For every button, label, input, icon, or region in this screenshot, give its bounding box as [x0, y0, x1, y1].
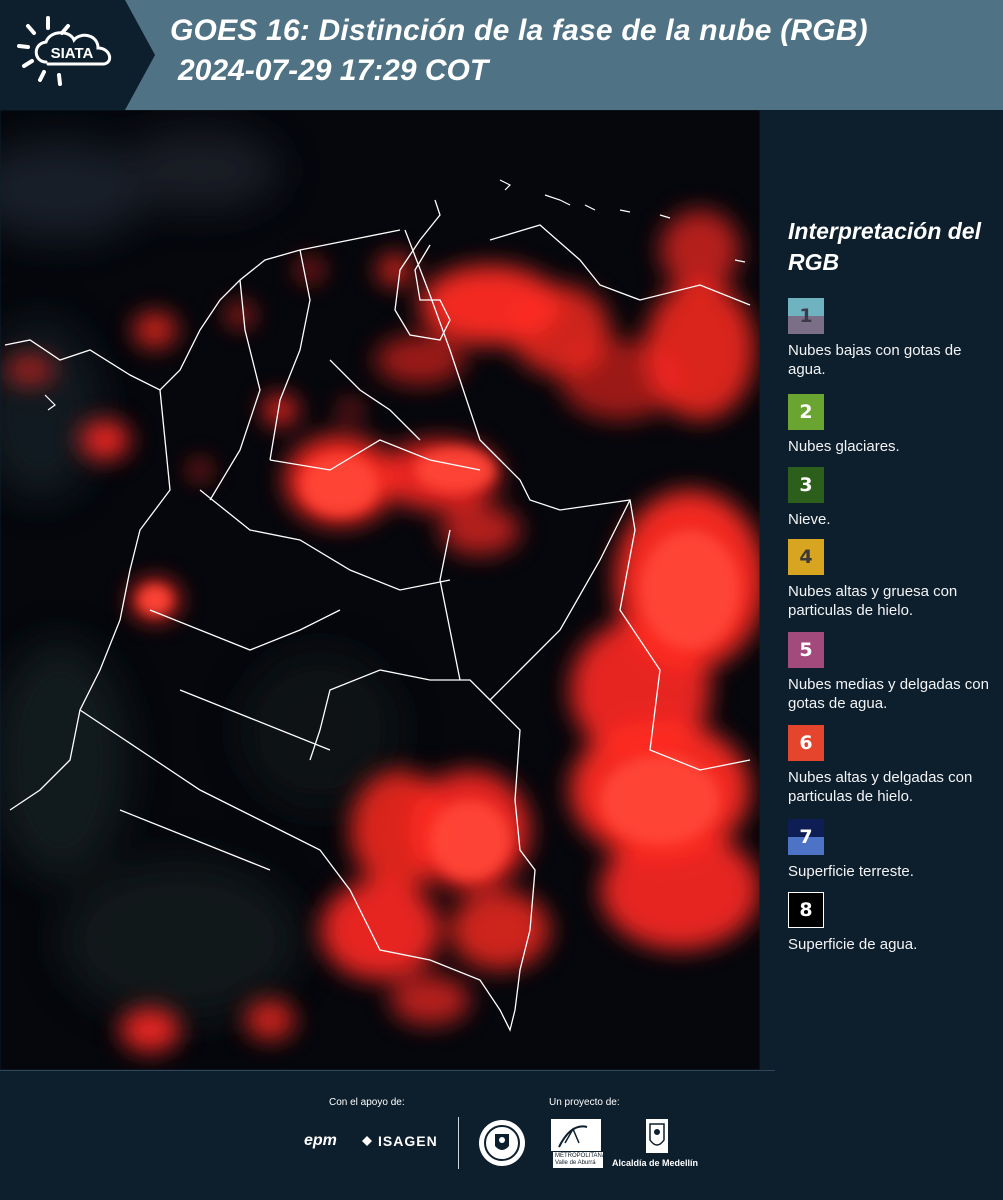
legend-swatch-3: 3: [788, 467, 824, 503]
project-label: Un proyecto de:: [549, 1097, 620, 1108]
legend-label-8: Superficie de agua.: [788, 936, 918, 953]
legend-number-3: 3: [799, 474, 813, 496]
legend-item-8: 8 Superficie de agua.: [788, 892, 998, 954]
epm-logo: epm: [304, 1132, 337, 1149]
alcaldia-shield-icon: [646, 1119, 668, 1153]
page-timestamp: 2024-07-29 17:29 COT: [178, 54, 489, 87]
seal-logo-icon: [479, 1120, 525, 1166]
area-sub-label: Valle de Aburrá: [555, 1160, 596, 1166]
area-metro-label: METROPOLITANA: [555, 1153, 606, 1159]
legend-swatch-1: 1: [788, 298, 824, 334]
legend-item-4: 4 Nubes altas y gruesa con particulas de…: [788, 539, 998, 620]
legend-item-6: 6 Nubes altas y delgadas con particulas …: [788, 725, 998, 806]
siata-sun-icon: SIATA: [17, 16, 112, 86]
legend-item-3: 3 Nieve.: [788, 467, 998, 529]
header-bar: SIATA GOES 16: Distinción de la fase de …: [0, 0, 1003, 110]
page-title: GOES 16: Distinción de la fase de la nub…: [170, 14, 868, 47]
legend-item-2: 2 Nubes glaciares.: [788, 394, 998, 456]
legend-number-4: 4: [799, 546, 813, 568]
footer-divider-line: [0, 1070, 775, 1071]
footer: Con el apoyo de: Un proyecto de: epm ISA…: [0, 1070, 1003, 1200]
area-metropolitana-text: METROPOLITANA Valle de Aburrá: [553, 1152, 606, 1168]
satellite-map: [0, 110, 760, 1070]
legend-label-6: Nubes altas y delgadas con particulas de…: [788, 769, 973, 805]
legend-number-5: 5: [799, 639, 813, 661]
isagen-logo: ISAGEN: [378, 1133, 438, 1149]
legend-label-3: Nieve.: [788, 511, 831, 528]
legend-item-5: 5 Nubes medias y delgadas con gotas de a…: [788, 632, 998, 713]
footer-divider: [458, 1117, 459, 1169]
legend-number-6: 6: [799, 732, 813, 754]
legend-number-1: 1: [799, 305, 813, 327]
legend-swatch-4: 4: [788, 539, 824, 575]
legend-label-5: Nubes medias y delgadas con gotas de agu…: [788, 676, 989, 712]
legend-swatch-8: 8: [788, 892, 824, 928]
legend-number-7: 7: [799, 826, 813, 848]
legend-label-1: Nubes bajas con gotas de agua.: [788, 342, 962, 378]
siata-logo-text: SIATA: [51, 45, 94, 62]
legend-swatch-5: 5: [788, 632, 824, 668]
legend-item-7: 7 Superficie terreste.: [788, 819, 998, 881]
legend-number-8: 8: [799, 899, 813, 921]
alcaldia-logo-text: Alcaldía de Medellín: [612, 1158, 699, 1168]
support-label: Con el apoyo de:: [329, 1097, 405, 1108]
legend-item-1: 1 Nubes bajas con gotas de agua.: [788, 298, 998, 379]
legend-swatch-7: 7: [788, 819, 824, 855]
siata-logo: SIATA: [0, 0, 155, 110]
area-metropolitana-logo-icon: [551, 1119, 601, 1151]
legend-label-7: Superficie terreste.: [788, 863, 914, 880]
legend-panel: Interpretación del RGB 1 Nubes bajas con…: [760, 110, 1003, 1070]
isagen-logo-icon: [362, 1136, 372, 1146]
satellite-map-graphic: [0, 110, 760, 1070]
legend-swatch-6: 6: [788, 725, 824, 761]
legend-number-2: 2: [799, 401, 813, 423]
legend-swatch-2: 2: [788, 394, 824, 430]
legend-label-2: Nubes glaciares.: [788, 438, 900, 455]
legend-label-4: Nubes altas y gruesa con particulas de h…: [788, 583, 958, 619]
legend-title: Interpretación del RGB: [788, 218, 981, 275]
